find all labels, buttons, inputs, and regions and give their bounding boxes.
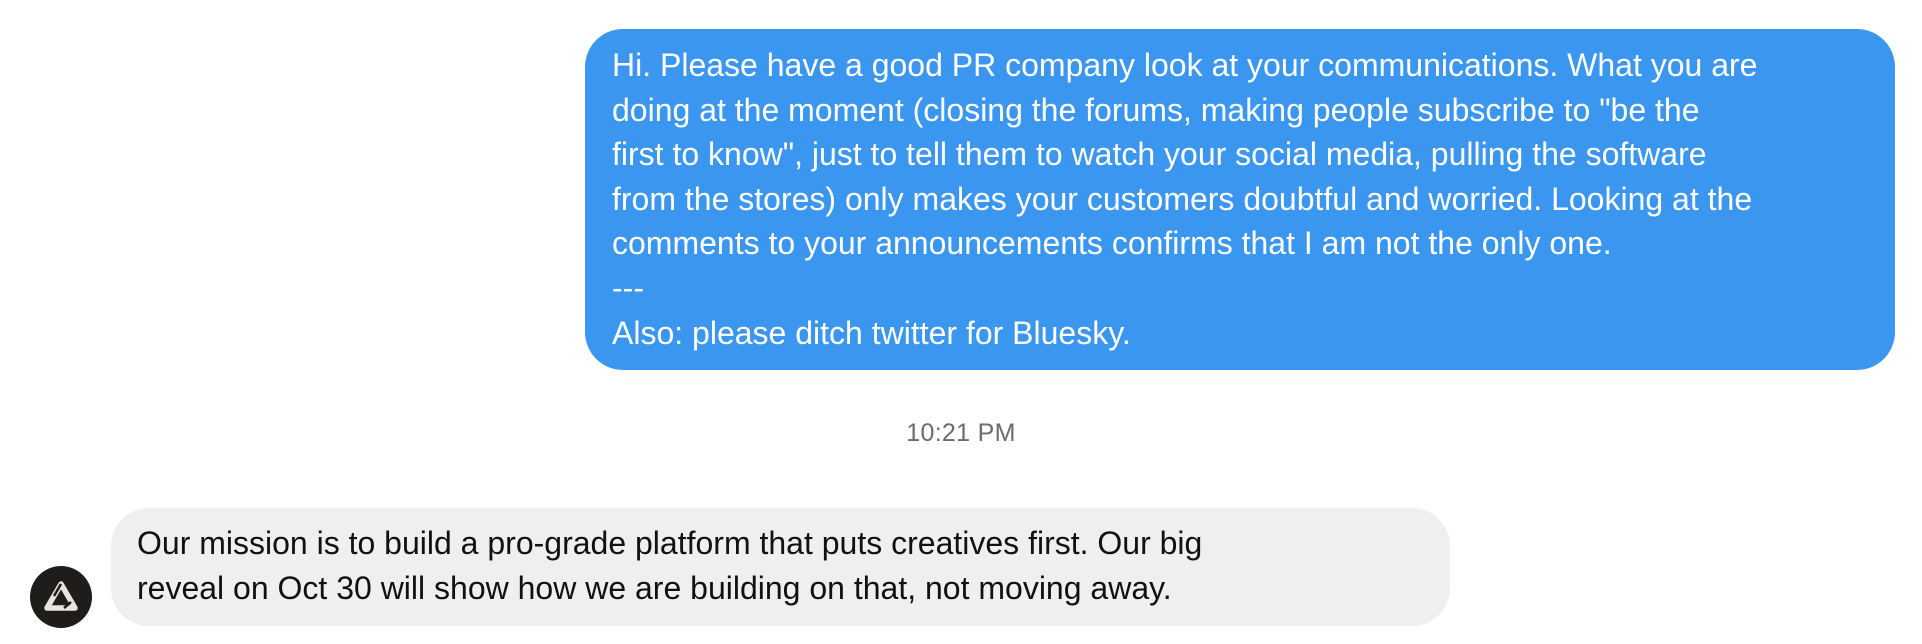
incoming-message-bubble[interactable]: Our mission is to build a pro-grade plat… bbox=[111, 508, 1450, 626]
incoming-message-row: Our mission is to build a pro-grade plat… bbox=[30, 508, 1450, 628]
avatar[interactable] bbox=[30, 566, 92, 628]
outgoing-message-bubble[interactable]: Hi. Please have a good PR company look a… bbox=[585, 29, 1895, 370]
message-timestamp: 10:21 PM bbox=[906, 419, 1016, 447]
chat-thread: Hi. Please have a good PR company look a… bbox=[0, 0, 1922, 644]
affinity-logo-icon bbox=[44, 581, 78, 611]
